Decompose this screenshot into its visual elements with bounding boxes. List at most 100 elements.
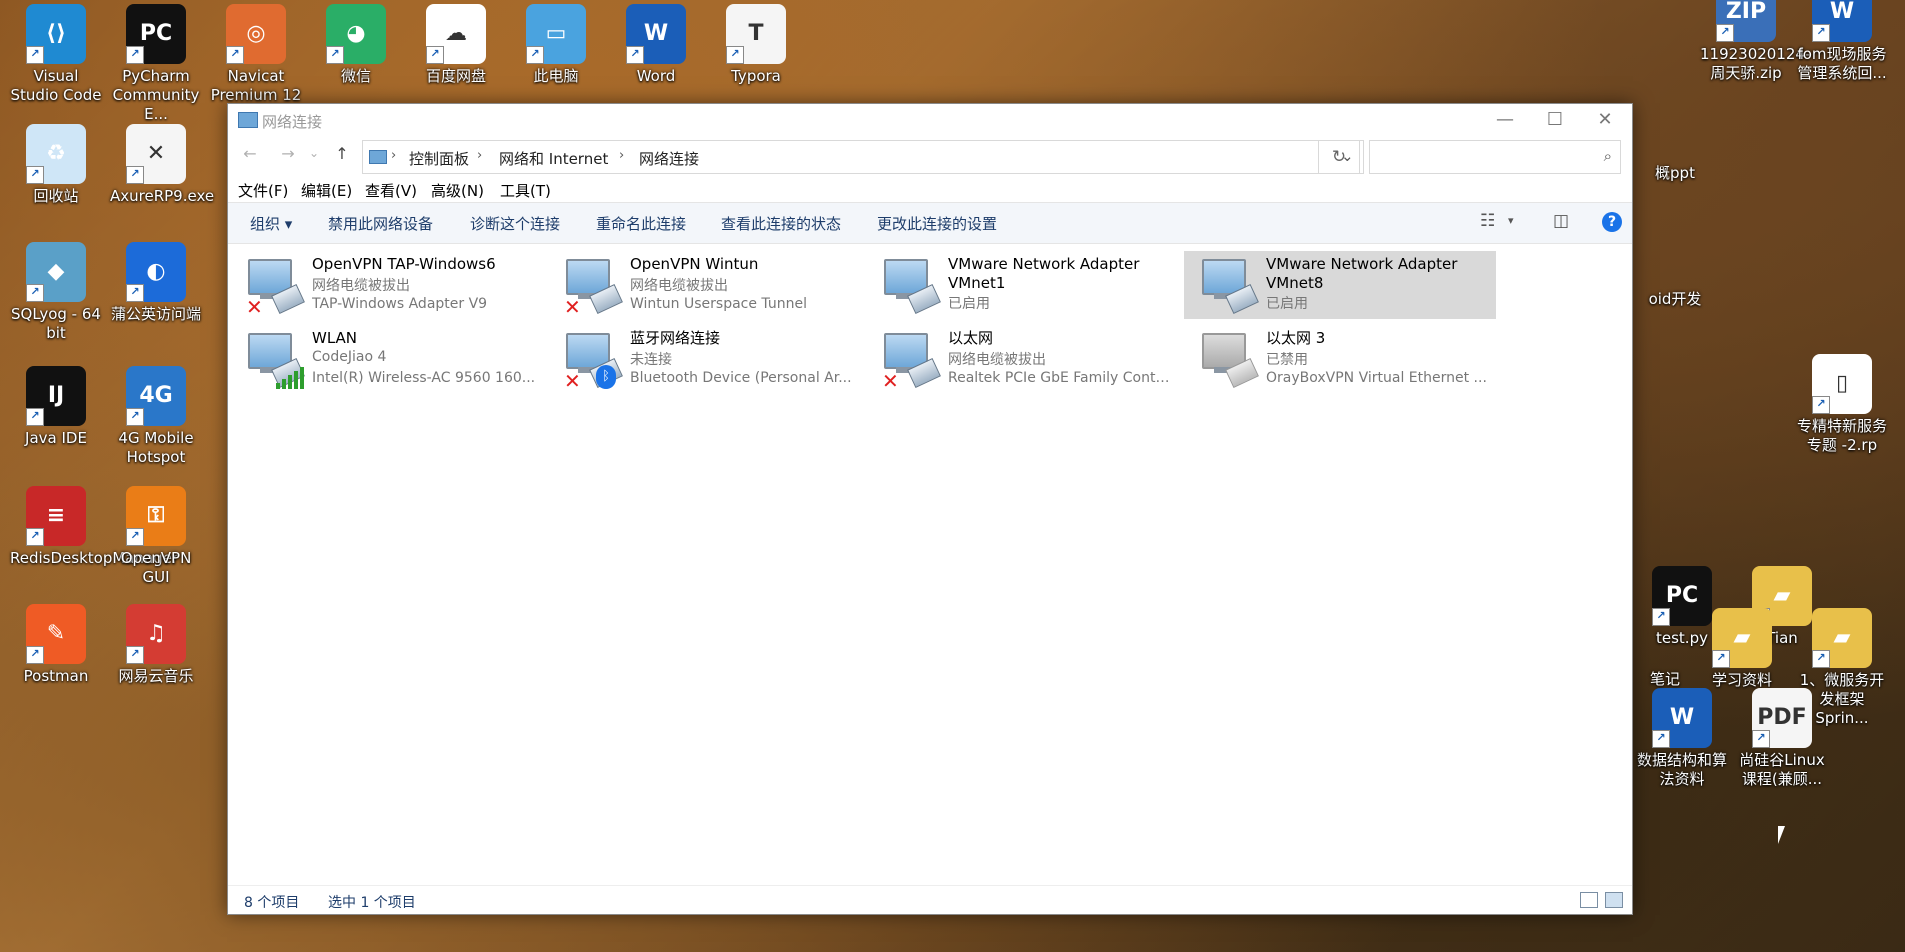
axure-icon: ✕ ↗ <box>126 124 186 184</box>
desktop-icon-thispc[interactable]: ▭ ↗ 此电脑 <box>510 4 602 86</box>
desktop-icon-wechat[interactable]: ◕ ↗ 微信 <box>310 4 402 86</box>
rename-connection-button[interactable]: 重命名此连接 <box>596 213 686 234</box>
desktop-icon-hotspot[interactable]: 4G ↗ 4G Mobile Hotspot <box>110 366 202 467</box>
connection-name: 以太网 3 <box>1266 329 1326 347</box>
zipfile-icon: ZIP ↗ <box>1716 0 1776 42</box>
network-connections-window: 网络连接 — ☐ ✕ ← → ⌄ ↑ › 控制面板 › 网络和 Internet… <box>227 103 1633 915</box>
shortcut-arrow-icon: ↗ <box>126 528 144 546</box>
rpfile-icon: ▯ ↗ <box>1812 354 1872 414</box>
micro-icon: ▰ ↗ <box>1812 608 1872 668</box>
connection-item[interactable]: 以太网 3 已禁用 OrayBoxVPN Virtual Ethernet ... <box>1184 325 1496 393</box>
desktop-icon-axure[interactable]: ✕ ↗ AxureRP9.exe <box>110 124 214 206</box>
search-box[interactable]: ⌕ <box>1369 140 1621 174</box>
desktop-icon-dsdoc[interactable]: W ↗ 数据结构和算法资料 <box>1636 688 1728 789</box>
tiles-view-icon[interactable] <box>1605 892 1623 908</box>
connection-item[interactable]: ✕ ᛒ 蓝牙网络连接 未连接 Bluetooth Device (Personal Ar… <box>548 325 860 393</box>
desktop-icon-javaide[interactable]: IJ ↗ Java IDE <box>10 366 102 448</box>
breadcrumb-network-connections[interactable]: 网络连接 <box>639 148 699 169</box>
recent-locations-icon[interactable]: ⌄ <box>300 146 328 160</box>
title-bar[interactable]: 网络连接 — ☐ ✕ <box>228 104 1632 136</box>
connection-item[interactable]: ✕ OpenVPN TAP-Windows6 网络电缆被拔出 TAP-Windows … <box>230 251 542 319</box>
view-status-button[interactable]: 查看此连接的状态 <box>721 213 841 234</box>
shortcut-arrow-icon: ↗ <box>1812 24 1830 42</box>
desktop-icon-netease[interactable]: ♫ ↗ 网易云音乐 <box>110 604 202 686</box>
connection-item[interactable]: VMware Network Adapter VMnet1 已启用 <box>866 251 1178 319</box>
netease-icon: ♫ ↗ <box>126 604 186 664</box>
menu-tools[interactable]: 工具(T) <box>500 180 551 201</box>
preview-pane-icon[interactable]: ◫ <box>1553 211 1569 231</box>
change-view-icon[interactable]: ☷ <box>1480 211 1495 231</box>
redis-icon: ≡ ↗ <box>26 486 86 546</box>
connection-item[interactable]: WLAN CodeJiao 4 Intel(R) Wireless-AC 9560 … <box>230 325 542 393</box>
desktop-label-notes[interactable]: 笔记 <box>1630 670 1700 689</box>
connection-status: 未连接 <box>630 352 672 368</box>
menu-edit[interactable]: 编辑(E) <box>301 180 352 201</box>
pycharm-icon: PC ↗ <box>126 4 186 64</box>
breadcrumb-separator: › <box>619 148 625 163</box>
desktop-icon-redis[interactable]: ≡ ↗ RedisDesktopManager <box>10 486 178 568</box>
refresh-icon[interactable]: ↻ <box>1318 140 1360 174</box>
study-icon: ▰ ↗ <box>1712 608 1772 668</box>
thispc-glyph: ▭ <box>545 21 567 46</box>
desktop-icon-openvpngui[interactable]: ⚿ ↗ OpenVPN GUI <box>110 486 202 587</box>
menu-view[interactable]: 查看(V) <box>365 180 417 201</box>
desktop-icon-vscode[interactable]: ⟨⟩ ↗ Visual Studio Code <box>10 4 102 105</box>
desktop-icon-word[interactable]: W ↗ Word <box>610 4 702 86</box>
connection-device: TAP-Windows Adapter V9 <box>312 296 488 312</box>
diagnose-connection-button[interactable]: 诊断这个连接 <box>470 213 560 234</box>
desktop-icon-pupu[interactable]: ◐ ↗ 蒲公英访问端 <box>110 242 202 324</box>
menu-file[interactable]: 文件(F) <box>238 180 288 201</box>
desktop-icon-pycharm[interactable]: PC ↗ PyCharm Community E... <box>110 4 202 124</box>
desktop-icon-linuxpdf[interactable]: PDF ↗ 尚硅谷Linux课程(兼顾... <box>1736 688 1828 789</box>
wechat-glyph: ◕ <box>346 21 366 46</box>
desktop-icon-label: 回收站 <box>33 187 79 205</box>
shortcut-arrow-icon: ↗ <box>526 46 544 64</box>
change-settings-button[interactable]: 更改此连接的设置 <box>877 213 997 234</box>
word-icon: W ↗ <box>626 4 686 64</box>
close-button[interactable]: ✕ <box>1575 104 1635 136</box>
shortcut-arrow-icon: ↗ <box>126 166 144 184</box>
desktop-icon-baidu[interactable]: ☁ ↗ 百度网盘 <box>410 4 502 86</box>
organize-button[interactable]: 组织 ▾ <box>250 213 292 234</box>
disable-device-button[interactable]: 禁用此网络设备 <box>328 213 433 234</box>
forward-arrow-icon[interactable]: → <box>274 144 302 163</box>
desktop-icon-fomdoc[interactable]: W ↗ fom现场服务管理系统回... <box>1796 0 1888 83</box>
desktop-icon-sqlyog[interactable]: ◆ ↗ SQLyog - 64 bit <box>10 242 102 343</box>
connection-item[interactable]: ✕ 以太网 网络电缆被拔出 Realtek PCIe GbE Family Contr… <box>866 325 1178 393</box>
breadcrumb-network-internet[interactable]: 网络和 Internet <box>499 148 608 169</box>
help-icon[interactable]: ? <box>1602 212 1622 232</box>
search-input[interactable] <box>1374 143 1588 173</box>
desktop-label-ppt[interactable]: 概ppt <box>1640 164 1710 183</box>
command-bar: 组织 ▾ 禁用此网络设备 诊断这个连接 重命名此连接 查看此连接的状态 更改此连… <box>228 202 1632 244</box>
desktop-icon-navicat[interactable]: ◎ ↗ Navicat Premium 12 <box>210 4 302 105</box>
recycle-glyph: ♻ <box>46 141 66 166</box>
shortcut-arrow-icon: ↗ <box>1812 650 1830 668</box>
desktop-icon-study[interactable]: ▰ ↗ 学习资料 <box>1696 608 1788 690</box>
bluetooth-icon: ᛒ <box>596 365 616 389</box>
connection-item[interactable]: ✕ OpenVPN Wintun 网络电缆被拔出 Wintun Userspace T… <box>548 251 860 319</box>
desktop-icon-zipfile[interactable]: ZIP ↗ 11923020124-周天骄.zip <box>1700 0 1810 83</box>
shortcut-arrow-icon: ↗ <box>126 46 144 64</box>
desktop-icon-typora[interactable]: T ↗ Typora <box>710 4 802 86</box>
shortcut-arrow-icon: ↗ <box>26 166 44 184</box>
connection-status: 已启用 <box>1266 296 1308 312</box>
desktop-icon-label: 尚硅谷Linux课程(兼顾... <box>1739 751 1825 788</box>
menu-advanced[interactable]: 高级(N) <box>431 180 484 201</box>
sqlyog-glyph: ◆ <box>47 259 65 284</box>
micro-glyph: ▰ <box>1833 625 1851 650</box>
view-options-dropdown-icon[interactable]: ▾ <box>1508 214 1514 227</box>
desktop-icon-label: Navicat Premium 12 <box>210 67 302 104</box>
address-bar[interactable]: › 控制面板 › 网络和 Internet › 网络连接 ⌄ <box>362 140 1364 174</box>
thispc-icon: ▭ ↗ <box>526 4 586 64</box>
desktop-icon-recycle[interactable]: ♻ ↗ 回收站 <box>10 124 102 206</box>
desktop-icon-rpfile[interactable]: ▯ ↗ 专精特新服务专题 -2.rp <box>1796 354 1888 455</box>
up-arrow-icon[interactable]: ↑ <box>328 144 356 163</box>
desktop-icon-postman[interactable]: ✎ ↗ Postman <box>10 604 102 686</box>
connection-name: OpenVPN Wintun <box>630 255 759 273</box>
connection-item[interactable]: VMware Network Adapter VMnet8 已启用 <box>1184 251 1496 319</box>
breadcrumb-control-panel[interactable]: 控制面板 <box>409 148 469 169</box>
details-view-icon[interactable] <box>1580 892 1598 908</box>
connection-device: Bluetooth Device (Personal Ar... <box>630 370 852 386</box>
back-arrow-icon[interactable]: ← <box>236 144 264 163</box>
desktop-label-android[interactable]: oid开发 <box>1640 290 1710 309</box>
